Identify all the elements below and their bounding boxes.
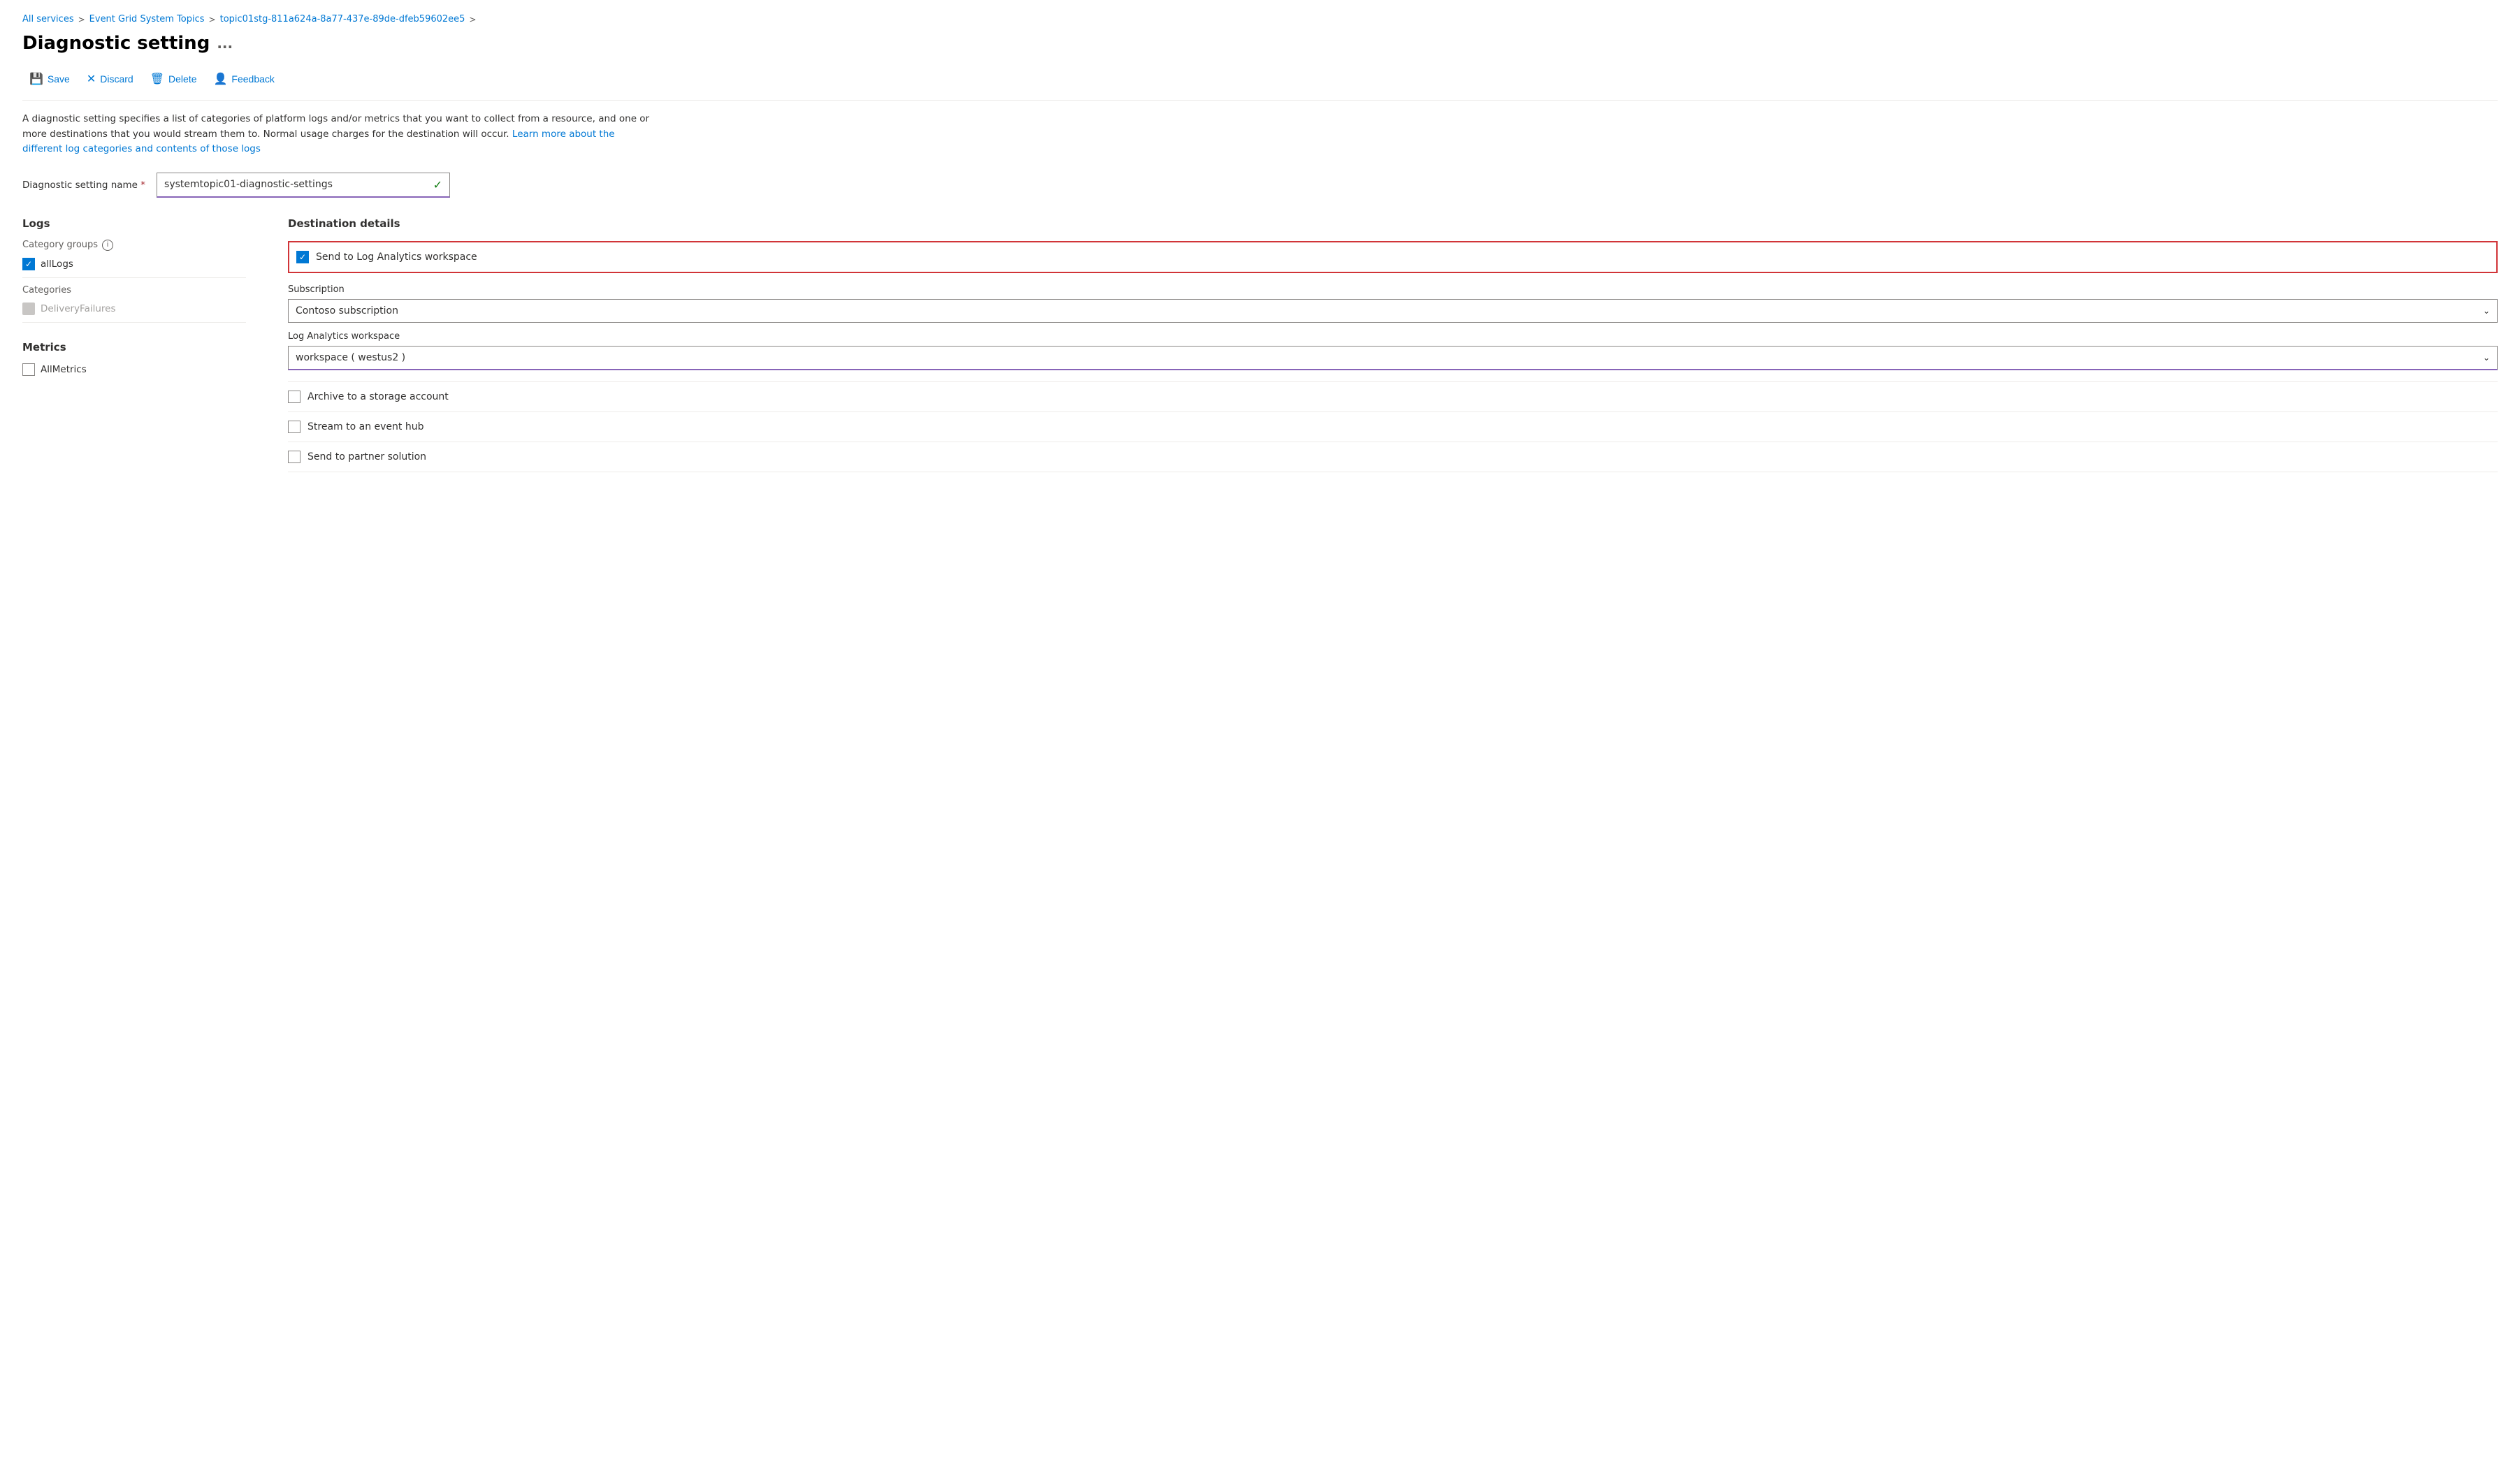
delete-icon: 🗑 — [150, 72, 164, 86]
subscription-label: Subscription — [288, 284, 2498, 295]
required-star: * — [140, 180, 145, 191]
subscription-chevron-icon: ⌄ — [2483, 306, 2490, 316]
metrics-section-title: Metrics — [22, 341, 246, 354]
logs-section-title: Logs — [22, 217, 246, 230]
feedback-icon: 👤 — [214, 72, 228, 86]
categories-label-text: Categories — [22, 285, 246, 296]
delivery-failures-checkbox[interactable] — [22, 303, 35, 315]
all-logs-row: allLogs — [22, 258, 246, 270]
category-groups-label: Category groups i — [22, 240, 246, 251]
discard-icon: ✕ — [87, 72, 96, 86]
logs-metrics-divider — [22, 322, 246, 323]
delete-label: Delete — [168, 73, 196, 85]
category-groups-text: Category groups — [22, 240, 98, 250]
send-to-log-analytics-checkbox[interactable] — [296, 251, 309, 263]
breadcrumb-event-grid[interactable]: Event Grid System Topics — [89, 14, 205, 24]
delivery-failures-label: DeliveryFailures — [41, 303, 116, 314]
send-partner-option: Send to partner solution — [288, 442, 2498, 472]
log-analytics-workspace-chevron-icon: ⌄ — [2483, 353, 2490, 363]
toolbar: 💾 Save ✕ Discard 🗑 Delete 👤 Feedback — [22, 68, 2498, 101]
stream-event-hub-label: Stream to an event hub — [307, 421, 423, 432]
categories-section: Categories DeliveryFailures — [22, 285, 246, 315]
discard-button[interactable]: ✕ Discard — [80, 68, 140, 90]
breadcrumb-all-services[interactable]: All services — [22, 14, 74, 24]
feedback-label: Feedback — [231, 73, 274, 85]
save-button[interactable]: 💾 Save — [22, 68, 77, 90]
subscription-value: Contoso subscription — [296, 305, 398, 316]
save-label: Save — [48, 73, 70, 85]
page-title-container: Diagnostic setting ... — [22, 33, 2498, 54]
all-metrics-row: AllMetrics — [22, 363, 246, 376]
subscription-select[interactable]: Contoso subscription ⌄ — [288, 299, 2498, 323]
right-panel: Destination details Send to Log Analytic… — [288, 217, 2498, 472]
left-panel: Logs Category groups i allLogs Categorie… — [22, 217, 246, 383]
delete-button[interactable]: 🗑 Delete — [143, 68, 204, 90]
breadcrumb-sep-1: > — [78, 15, 85, 24]
stream-event-hub-checkbox[interactable] — [288, 421, 300, 433]
description: A diagnostic setting specifies a list of… — [22, 112, 651, 157]
all-metrics-label: AllMetrics — [41, 364, 87, 375]
send-to-log-analytics-label: Send to Log Analytics workspace — [316, 252, 477, 263]
all-logs-checkbox[interactable] — [22, 258, 35, 270]
destination-section-title: Destination details — [288, 217, 2498, 230]
info-icon[interactable]: i — [102, 240, 113, 251]
delivery-failures-row: DeliveryFailures — [22, 303, 246, 315]
page-title: Diagnostic setting — [22, 33, 210, 54]
main-content: Logs Category groups i allLogs Categorie… — [22, 217, 2498, 472]
log-analytics-workspace-select[interactable]: workspace ( westus2 ) ⌄ — [288, 346, 2498, 370]
diagnostic-setting-name-input[interactable]: systemtopic01-diagnostic-settings ✓ — [157, 173, 450, 198]
send-partner-label: Send to partner solution — [307, 451, 426, 462]
log-analytics-workspace-value: workspace ( westus2 ) — [296, 352, 405, 363]
logs-divider-1 — [22, 277, 246, 278]
diagnostic-setting-name-value: systemtopic01-diagnostic-settings — [164, 179, 333, 190]
diagnostic-setting-name-label: Diagnostic setting name * — [22, 180, 145, 191]
all-metrics-checkbox[interactable] — [22, 363, 35, 376]
log-analytics-sub-content: Subscription Contoso subscription ⌄ Log … — [288, 276, 2498, 382]
save-icon: 💾 — [29, 72, 43, 86]
discard-label: Discard — [100, 73, 133, 85]
page-title-ellipsis[interactable]: ... — [217, 35, 233, 52]
stream-event-hub-option: Stream to an event hub — [288, 412, 2498, 442]
breadcrumb-topic[interactable]: topic01stg-811a624a-8a77-437e-89de-dfeb5… — [220, 14, 465, 24]
archive-storage-option: Archive to a storage account — [288, 382, 2498, 412]
log-analytics-workspace-label: Log Analytics workspace — [288, 331, 2498, 342]
all-logs-label: allLogs — [41, 258, 73, 270]
breadcrumb-sep-3: > — [469, 15, 476, 24]
send-to-log-analytics-option: Send to Log Analytics workspace — [288, 241, 2498, 273]
diagnostic-setting-name-row: Diagnostic setting name * systemtopic01-… — [22, 173, 2498, 198]
feedback-button[interactable]: 👤 Feedback — [207, 68, 282, 90]
archive-storage-checkbox[interactable] — [288, 391, 300, 403]
send-partner-checkbox[interactable] — [288, 451, 300, 463]
archive-storage-label: Archive to a storage account — [307, 391, 449, 402]
categories-text: Categories — [22, 285, 71, 296]
breadcrumb-sep-2: > — [209, 15, 216, 24]
breadcrumb: All services > Event Grid System Topics … — [22, 14, 2498, 24]
checkmark-icon: ✓ — [433, 178, 442, 191]
